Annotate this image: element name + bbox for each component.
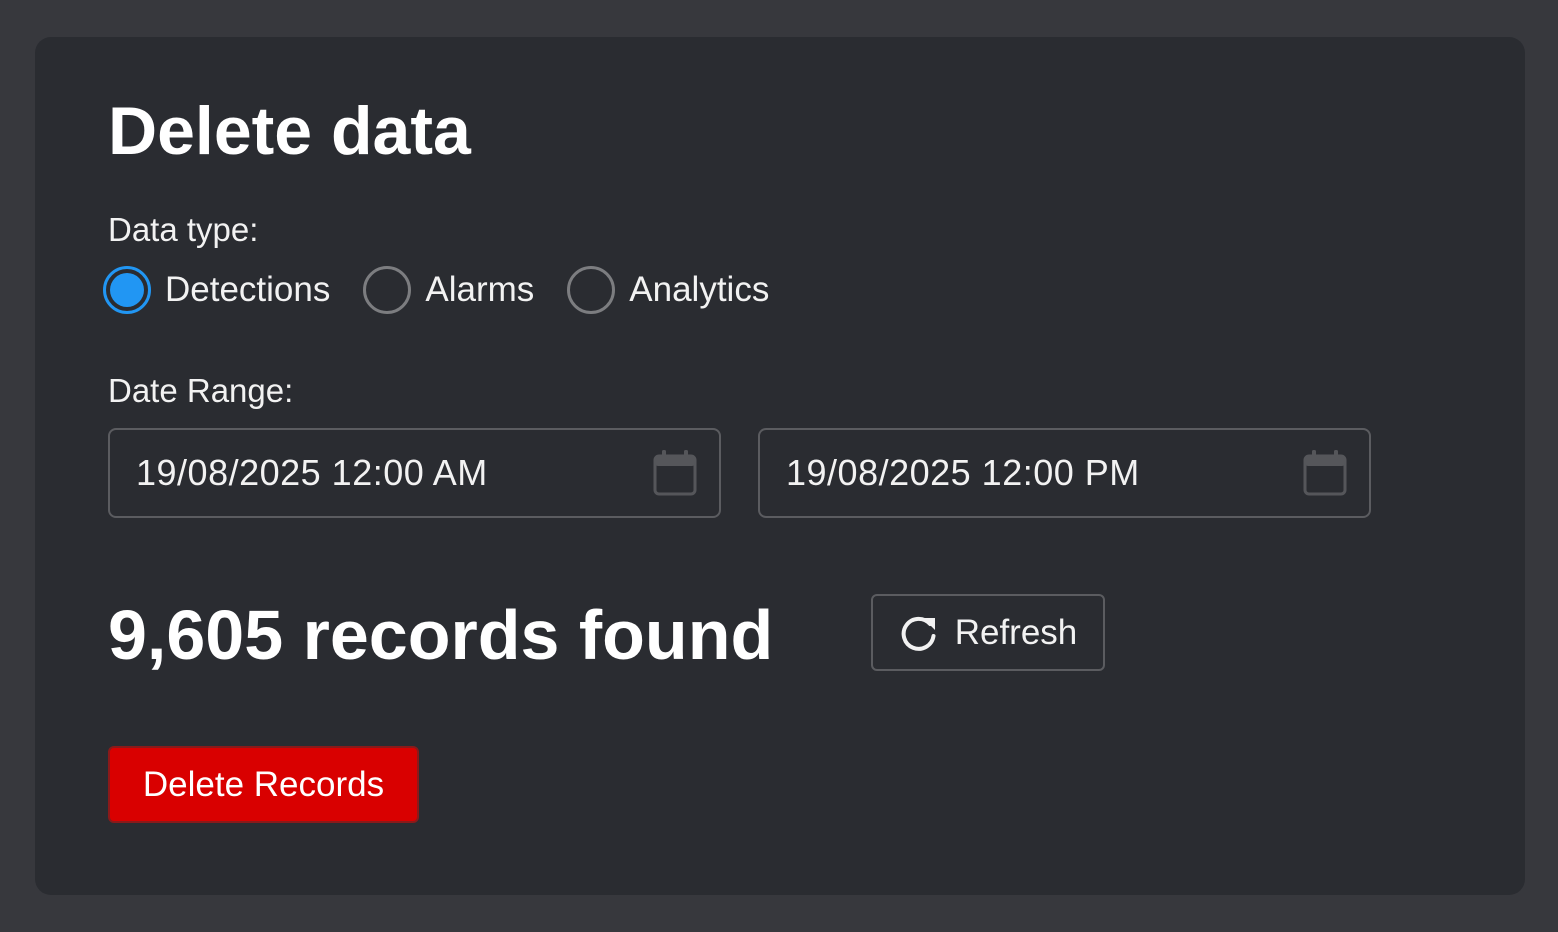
- end-date-input[interactable]: 19/08/2025 12:00 PM: [758, 428, 1371, 518]
- calendar-icon[interactable]: [653, 449, 697, 497]
- delete-records-button-label: Delete Records: [142, 765, 385, 804]
- page-title: Delete data: [108, 93, 471, 169]
- refresh-icon: [901, 616, 936, 651]
- delete-records-button[interactable]: Delete Records: [108, 746, 419, 823]
- radio-label-detections: Detections: [165, 270, 331, 309]
- delete-data-card: Delete data Data type: Detections Alarms…: [35, 37, 1525, 895]
- radio-option-detections[interactable]: Detections: [103, 266, 330, 314]
- date-range-label: Date Range:: [108, 372, 294, 409]
- records-found-count: 9,605 records found: [108, 596, 774, 674]
- calendar-icon[interactable]: [1303, 449, 1347, 497]
- radio-unselected-icon[interactable]: [567, 266, 616, 314]
- refresh-button[interactable]: Refresh: [871, 594, 1105, 671]
- radio-dot: [110, 273, 144, 307]
- radio-label-alarms: Alarms: [425, 270, 535, 309]
- end-date-value: 19/08/2025 12:00 PM: [786, 452, 1140, 494]
- radio-unselected-icon[interactable]: [363, 266, 412, 314]
- radio-option-analytics[interactable]: Analytics: [567, 266, 769, 314]
- start-date-input[interactable]: 19/08/2025 12:00 AM: [108, 428, 721, 518]
- radio-selected-icon[interactable]: [103, 266, 151, 314]
- start-date-value: 19/08/2025 12:00 AM: [136, 452, 488, 494]
- data-type-label: Data type:: [108, 211, 259, 248]
- radio-option-alarms[interactable]: Alarms: [363, 266, 534, 314]
- radio-label-analytics: Analytics: [629, 270, 770, 309]
- data-type-radio-group: Detections Alarms Analytics: [103, 261, 802, 319]
- refresh-button-label: Refresh: [954, 613, 1078, 652]
